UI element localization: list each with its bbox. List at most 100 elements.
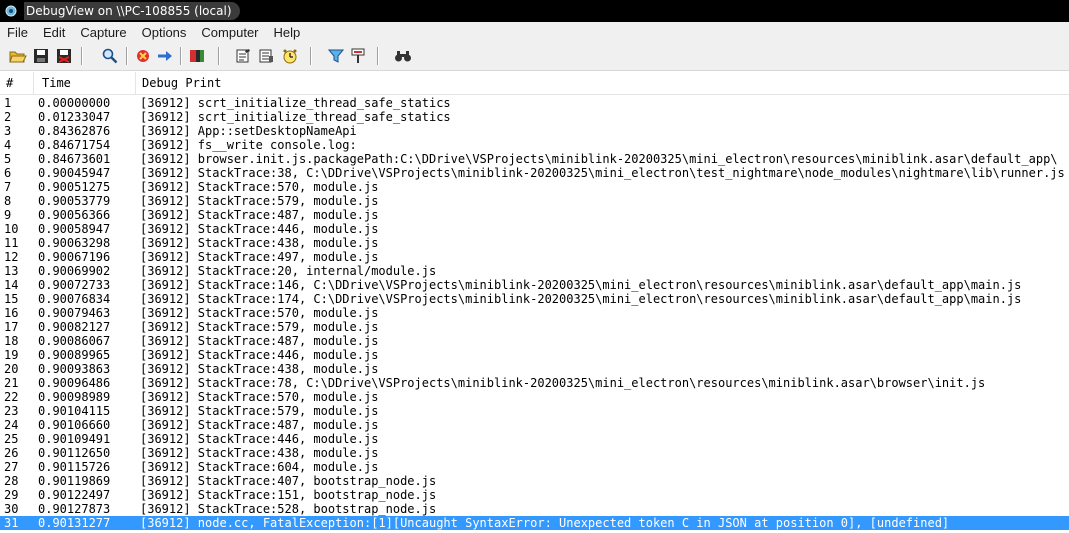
row-number: 20 (4, 362, 19, 376)
table-row[interactable]: 9 0.90056366 [36912] StackTrace:487, modul… (0, 208, 1069, 222)
filter-icon[interactable] (187, 46, 207, 66)
row-message: [36912] StackTrace:570, module.js (140, 390, 379, 404)
save-icon[interactable] (31, 46, 51, 66)
row-number: 29 (4, 488, 19, 502)
clear-display-icon[interactable] (133, 46, 153, 66)
table-row[interactable]: 7 0.90051275 [36912] StackTrace:570, modul… (0, 180, 1069, 194)
row-number: 18 (4, 334, 19, 348)
table-row-selected[interactable]: 31 0.90131277 [36912] node.cc, FatalExcept… (0, 516, 1069, 530)
table-row[interactable]: 15 0.90076834 [36912] StackTrace:174, C:\D… (0, 292, 1069, 306)
row-time: 0.90131277 (38, 516, 111, 530)
row-number: 23 (4, 404, 19, 418)
title-bar: DebugView on \\PC-108855 (local) (0, 0, 1069, 22)
row-message: [36912] StackTrace:20, internal/module.j… (140, 264, 437, 278)
row-message: [36912] StackTrace:497, module.js (140, 250, 379, 264)
row-time: 0.90086067 (38, 334, 111, 348)
row-number: 30 (4, 502, 19, 516)
table-row[interactable]: 18 0.90086067 [36912] StackTrace:487, modu… (0, 334, 1069, 348)
row-number: 27 (4, 460, 19, 474)
menu-computer[interactable]: Computer (194, 25, 266, 40)
table-row[interactable]: 2 0.01233047 [36912] scrt_initialize_threa… (0, 110, 1069, 124)
row-message: [36912] StackTrace:604, module.js (140, 460, 379, 474)
row-message: [36912] scrt_initialize_thread_safe_stat… (140, 110, 451, 124)
table-row[interactable]: 13 0.90069902 [36912] StackTrace:20, inter… (0, 264, 1069, 278)
row-message: [36912] StackTrace:446, module.js (140, 432, 379, 446)
menu-bar: File Edit Capture Options Computer Help (0, 22, 1069, 42)
find-icon[interactable] (393, 46, 413, 66)
row-time: 0.84673601 (38, 152, 111, 166)
table-row[interactable]: 6 0.90045947 [36912] StackTrace:38, C:\DDr… (0, 166, 1069, 180)
table-row[interactable]: 3 0.84362876 [36912] App::setDesktopNameAp… (0, 124, 1069, 138)
table-row[interactable]: 21 0.90096486 [36912] StackTrace:78, C:\DD… (0, 376, 1069, 390)
toolbar-separator (81, 47, 83, 65)
row-number: 21 (4, 376, 19, 390)
table-row[interactable]: 27 0.90115726 [36912] StackTrace:604, modu… (0, 460, 1069, 474)
menu-options[interactable]: Options (135, 25, 195, 40)
table-row[interactable]: 17 0.90082127 [36912] StackTrace:579, modu… (0, 320, 1069, 334)
capture-icon[interactable] (100, 46, 120, 66)
column-header-time[interactable]: Time (34, 72, 136, 94)
row-number: 7 (4, 180, 12, 194)
row-number: 3 (4, 124, 12, 138)
autoscroll-icon[interactable] (155, 46, 175, 66)
row-time: 0.90079463 (38, 306, 111, 320)
table-row[interactable]: 11 0.90063298 [36912] StackTrace:438, modu… (0, 236, 1069, 250)
row-message: [36912] StackTrace:151, bootstrap_node.j… (140, 488, 437, 502)
table-row[interactable]: 1 0.00000000 [36912] scrt_initialize_threa… (0, 96, 1069, 110)
table-row[interactable]: 16 0.90079463 [36912] StackTrace:570, modu… (0, 306, 1069, 320)
highlight-icon[interactable] (326, 46, 346, 66)
menu-help[interactable]: Help (267, 25, 309, 40)
row-message: [36912] StackTrace:438, module.js (140, 362, 379, 376)
history-depth-icon[interactable] (256, 46, 276, 66)
table-row[interactable]: 22 0.90098989 [36912] StackTrace:570, modu… (0, 390, 1069, 404)
table-row[interactable]: 14 0.90072733 [36912] StackTrace:146, C:\D… (0, 278, 1069, 292)
row-message: [36912] StackTrace:487, module.js (140, 208, 379, 222)
table-row[interactable]: 30 0.90127873 [36912] StackTrace:528, boot… (0, 502, 1069, 516)
row-message: [36912] StackTrace:78, C:\DDrive\VSProje… (140, 376, 986, 390)
row-number: 2 (4, 110, 12, 124)
table-row[interactable]: 23 0.90104115 [36912] StackTrace:579, modu… (0, 404, 1069, 418)
clock-icon[interactable] (280, 46, 300, 66)
log-to-file-icon[interactable] (54, 46, 74, 66)
table-row[interactable]: 24 0.90106660 [36912] StackTrace:487, modu… (0, 418, 1069, 432)
table-row[interactable]: 10 0.90058947 [36912] StackTrace:446, modu… (0, 222, 1069, 236)
table-row[interactable]: 28 0.90119869 [36912] StackTrace:407, boot… (0, 474, 1069, 488)
table-row[interactable]: 4 0.84671754 [36912] fs__write console.log… (0, 138, 1069, 152)
row-time: 0.90096486 (38, 376, 111, 390)
column-header-number[interactable]: # (0, 72, 34, 94)
time-format-icon[interactable] (233, 46, 253, 66)
list-rows: 1 0.00000000 [36912] scrt_initialize_threa… (0, 96, 1069, 530)
row-message: [36912] node.cc, FatalException:[1][Unca… (140, 516, 950, 530)
row-message: [36912] fs__write console.log: (140, 138, 357, 152)
table-row[interactable]: 29 0.90122497 [36912] StackTrace:151, boot… (0, 488, 1069, 502)
table-row[interactable]: 25 0.90109491 [36912] StackTrace:446, modu… (0, 432, 1069, 446)
table-row[interactable]: 12 0.90067196 [36912] StackTrace:497, modu… (0, 250, 1069, 264)
debugview-app-icon (4, 4, 18, 18)
row-time: 0.90109491 (38, 432, 111, 446)
toolbar-separator (377, 47, 379, 65)
table-row[interactable]: 26 0.90112650 [36912] StackTrace:438, modu… (0, 446, 1069, 460)
row-number: 24 (4, 418, 19, 432)
row-message: [36912] StackTrace:174, C:\DDrive\VSProj… (140, 292, 1022, 306)
open-icon[interactable] (8, 46, 28, 66)
row-time: 0.90072733 (38, 278, 111, 292)
table-row[interactable]: 8 0.90053779 [36912] StackTrace:579, modul… (0, 194, 1069, 208)
row-time: 0.90082127 (38, 320, 111, 334)
table-row[interactable]: 19 0.90089965 [36912] StackTrace:446, modu… (0, 348, 1069, 362)
debug-output-list[interactable]: # Time Debug Print 1 0.00000000 [36912] sc… (0, 72, 1069, 533)
table-row[interactable]: 5 0.84673601 [36912] browser.init.js.packa… (0, 152, 1069, 166)
table-row[interactable]: 20 0.90093863 [36912] StackTrace:438, modu… (0, 362, 1069, 376)
menu-capture[interactable]: Capture (73, 25, 134, 40)
menu-edit[interactable]: Edit (36, 25, 73, 40)
column-header-debug-print[interactable]: Debug Print (136, 72, 1069, 94)
menu-file[interactable]: File (0, 25, 36, 40)
row-time: 0.00000000 (38, 96, 111, 110)
find-next-icon[interactable] (348, 46, 368, 66)
row-time: 0.90115726 (38, 460, 111, 474)
row-time: 0.90112650 (38, 446, 111, 460)
row-number: 9 (4, 208, 12, 222)
row-time: 0.90053779 (38, 194, 111, 208)
row-time: 0.90063298 (38, 236, 111, 250)
row-time: 0.90056366 (38, 208, 111, 222)
row-message: [36912] StackTrace:487, module.js (140, 334, 379, 348)
